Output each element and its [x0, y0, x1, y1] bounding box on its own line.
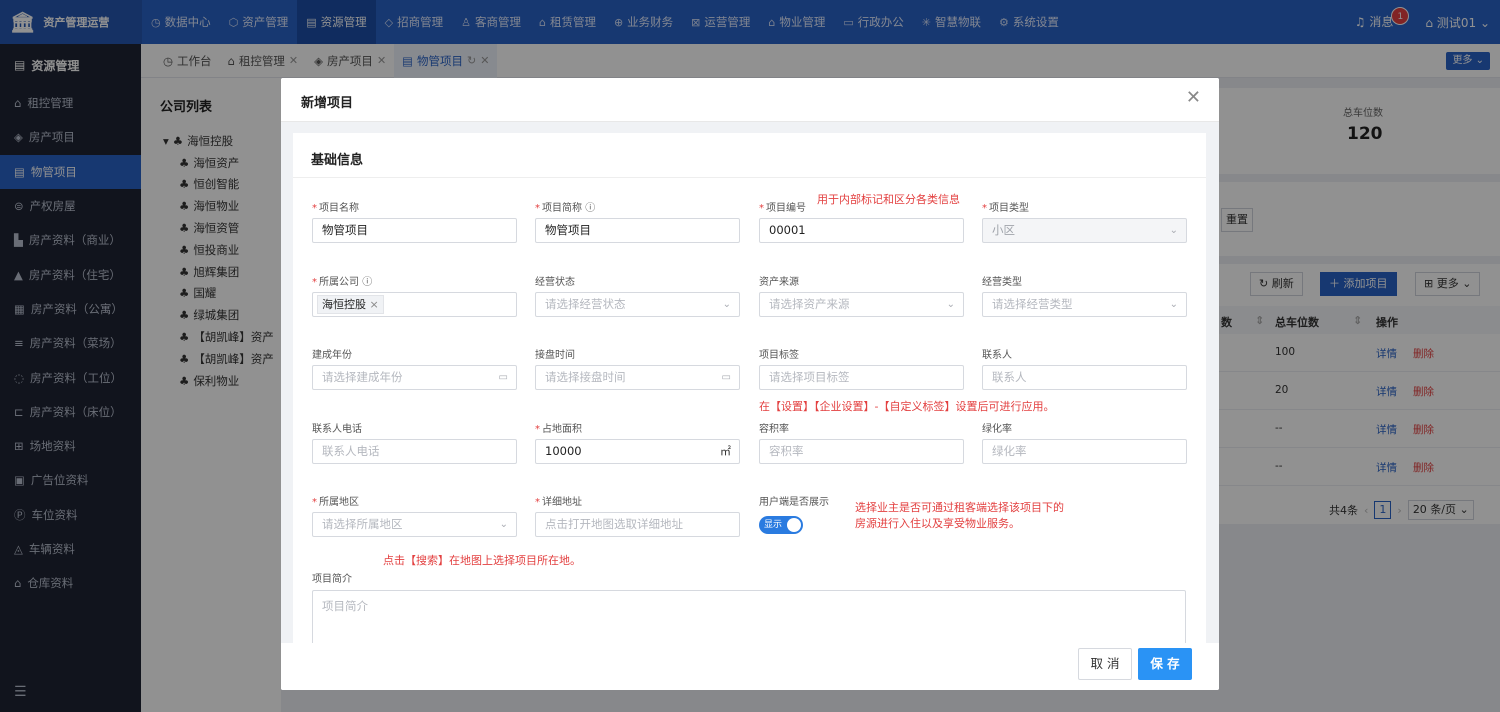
- square-meter-unit: ㎡: [720, 445, 731, 458]
- company-tag-label: 海恒控股: [322, 298, 366, 311]
- add-project-dialog: 新增项目 ✕ 基础信息 * 项目名称 物管项目 * 项目简称 ⓘ 物管项目 * 项目编…: [281, 78, 1219, 690]
- business-type-select[interactable]: 请选择经营类型 ⌄: [982, 292, 1187, 317]
- chevron-down-icon: ⌄: [722, 299, 731, 310]
- operating-status-select[interactable]: 请选择经营状态 ⌄: [535, 292, 740, 317]
- show-in-app-toggle[interactable]: 显示: [759, 516, 803, 534]
- asset-source-label: 资产来源: [759, 277, 799, 288]
- project-tags-select[interactable]: 请选择项目标签: [759, 365, 964, 390]
- project-code-input[interactable]: 00001: [759, 218, 964, 243]
- chevron-down-icon: ⌄: [946, 299, 955, 310]
- region-label-text: 所属地区: [319, 497, 359, 508]
- project-short-name-label-text: 项目简称: [542, 203, 582, 214]
- chevron-down-icon: ⌄: [1169, 225, 1178, 236]
- show-hint-line2: 房源进行入住以及享受物业服务。: [855, 517, 1020, 530]
- built-year-placeholder: 请选择建成年份: [322, 370, 403, 384]
- intro-label: 项目简介: [312, 574, 352, 585]
- calendar-icon: ▭: [721, 372, 731, 383]
- chevron-down-icon: ⌄: [1169, 299, 1178, 310]
- project-type-select: 小区 ⌄: [982, 218, 1187, 243]
- land-area-input[interactable]: 10000 ㎡: [535, 439, 740, 464]
- plot-ratio-input[interactable]: 容积率: [759, 439, 964, 464]
- company-label: * 所属公司 ⓘ: [312, 277, 373, 288]
- save-button[interactable]: 保 存: [1138, 648, 1192, 680]
- toggle-label: 显示: [764, 520, 783, 530]
- dialog-title: 新增项目: [301, 96, 354, 111]
- help-icon[interactable]: ⓘ: [362, 277, 372, 288]
- land-area-label: * 占地面积: [535, 424, 582, 435]
- business-type-label: 经营类型: [982, 277, 1022, 288]
- contact-phone-label: 联系人电话: [312, 424, 362, 435]
- show-in-app-label: 用户端是否展示: [759, 497, 829, 508]
- show-hint-line1: 选择业主是否可通过租客端选择该项目下的: [855, 501, 1064, 514]
- address-input[interactable]: 点击打开地图选取详细地址: [535, 512, 740, 537]
- project-name-label-text: 项目名称: [319, 203, 359, 214]
- project-type-value: 小区: [992, 223, 1015, 237]
- asset-source-placeholder: 请选择资产来源: [769, 297, 850, 311]
- dialog-footer: 取 消 保 存: [281, 643, 1219, 690]
- plot-ratio-label: 容积率: [759, 424, 789, 435]
- contact-label: 联系人: [982, 350, 1012, 361]
- cancel-button[interactable]: 取 消: [1078, 648, 1132, 680]
- project-name-label: * 项目名称: [312, 203, 359, 214]
- green-ratio-label: 绿化率: [982, 424, 1012, 435]
- company-tag: 海恒控股 ×: [317, 295, 384, 314]
- contact-input[interactable]: 联系人: [982, 365, 1187, 390]
- takeover-date-picker[interactable]: 请选择接盘时间 ▭: [535, 365, 740, 390]
- section-title: 基础信息: [311, 153, 364, 168]
- project-type-label: * 项目类型: [982, 203, 1029, 214]
- asset-source-select[interactable]: 请选择资产来源 ⌄: [759, 292, 964, 317]
- close-icon[interactable]: ✕: [1186, 89, 1201, 107]
- takeover-date-placeholder: 请选择接盘时间: [545, 370, 626, 384]
- region-placeholder: 请选择所属地区: [322, 517, 403, 531]
- project-code-label-text: 项目编号: [766, 203, 806, 214]
- project-short-name-input[interactable]: 物管项目: [535, 218, 740, 243]
- map-hint-note: 点击【搜索】在地图上选择项目所在地。: [383, 554, 581, 567]
- help-icon[interactable]: ⓘ: [585, 203, 595, 214]
- address-label-text: 详细地址: [542, 497, 582, 508]
- divider: [293, 177, 1206, 178]
- intro-textarea[interactable]: 项目简介: [312, 590, 1186, 643]
- project-type-label-text: 项目类型: [989, 203, 1029, 214]
- project-tags-label: 项目标签: [759, 350, 799, 361]
- land-area-value: 10000: [545, 444, 582, 458]
- operating-status-label: 经营状态: [535, 277, 575, 288]
- toggle-knob: [787, 518, 801, 532]
- green-ratio-input[interactable]: 绿化率: [982, 439, 1187, 464]
- code-hint-note: 用于内部标记和区分各类信息: [817, 193, 960, 206]
- company-select[interactable]: 海恒控股 ×: [312, 292, 517, 317]
- takeover-date-label: 接盘时间: [535, 350, 575, 361]
- built-year-picker[interactable]: 请选择建成年份 ▭: [312, 365, 517, 390]
- business-type-placeholder: 请选择经营类型: [992, 297, 1073, 311]
- land-area-label-text: 占地面积: [542, 424, 582, 435]
- chevron-down-icon: ⌄: [499, 519, 508, 530]
- project-name-input[interactable]: 物管项目: [312, 218, 517, 243]
- tags-hint-note: 在【设置】【企业设置】-【自定义标签】设置后可进行应用。: [759, 400, 1055, 413]
- contact-phone-input[interactable]: 联系人电话: [312, 439, 517, 464]
- address-label: * 详细地址: [535, 497, 582, 508]
- built-year-label: 建成年份: [312, 350, 352, 361]
- tag-close-icon[interactable]: ×: [370, 298, 379, 311]
- show-hint-note: 选择业主是否可通过租客端选择该项目下的 房源进行入住以及享受物业服务。: [855, 500, 1064, 532]
- dialog-header: 新增项目 ✕: [281, 78, 1219, 122]
- project-short-name-label: * 项目简称 ⓘ: [535, 203, 596, 214]
- operating-status-placeholder: 请选择经营状态: [545, 297, 626, 311]
- calendar-icon: ▭: [498, 372, 508, 383]
- basic-info-card: 基础信息 * 项目名称 物管项目 * 项目简称 ⓘ 物管项目 * 项目编号 00001…: [293, 133, 1206, 643]
- company-label-text: 所属公司: [319, 277, 359, 288]
- region-select[interactable]: 请选择所属地区 ⌄: [312, 512, 517, 537]
- region-label: * 所属地区: [312, 497, 359, 508]
- project-code-label: * 项目编号: [759, 203, 806, 214]
